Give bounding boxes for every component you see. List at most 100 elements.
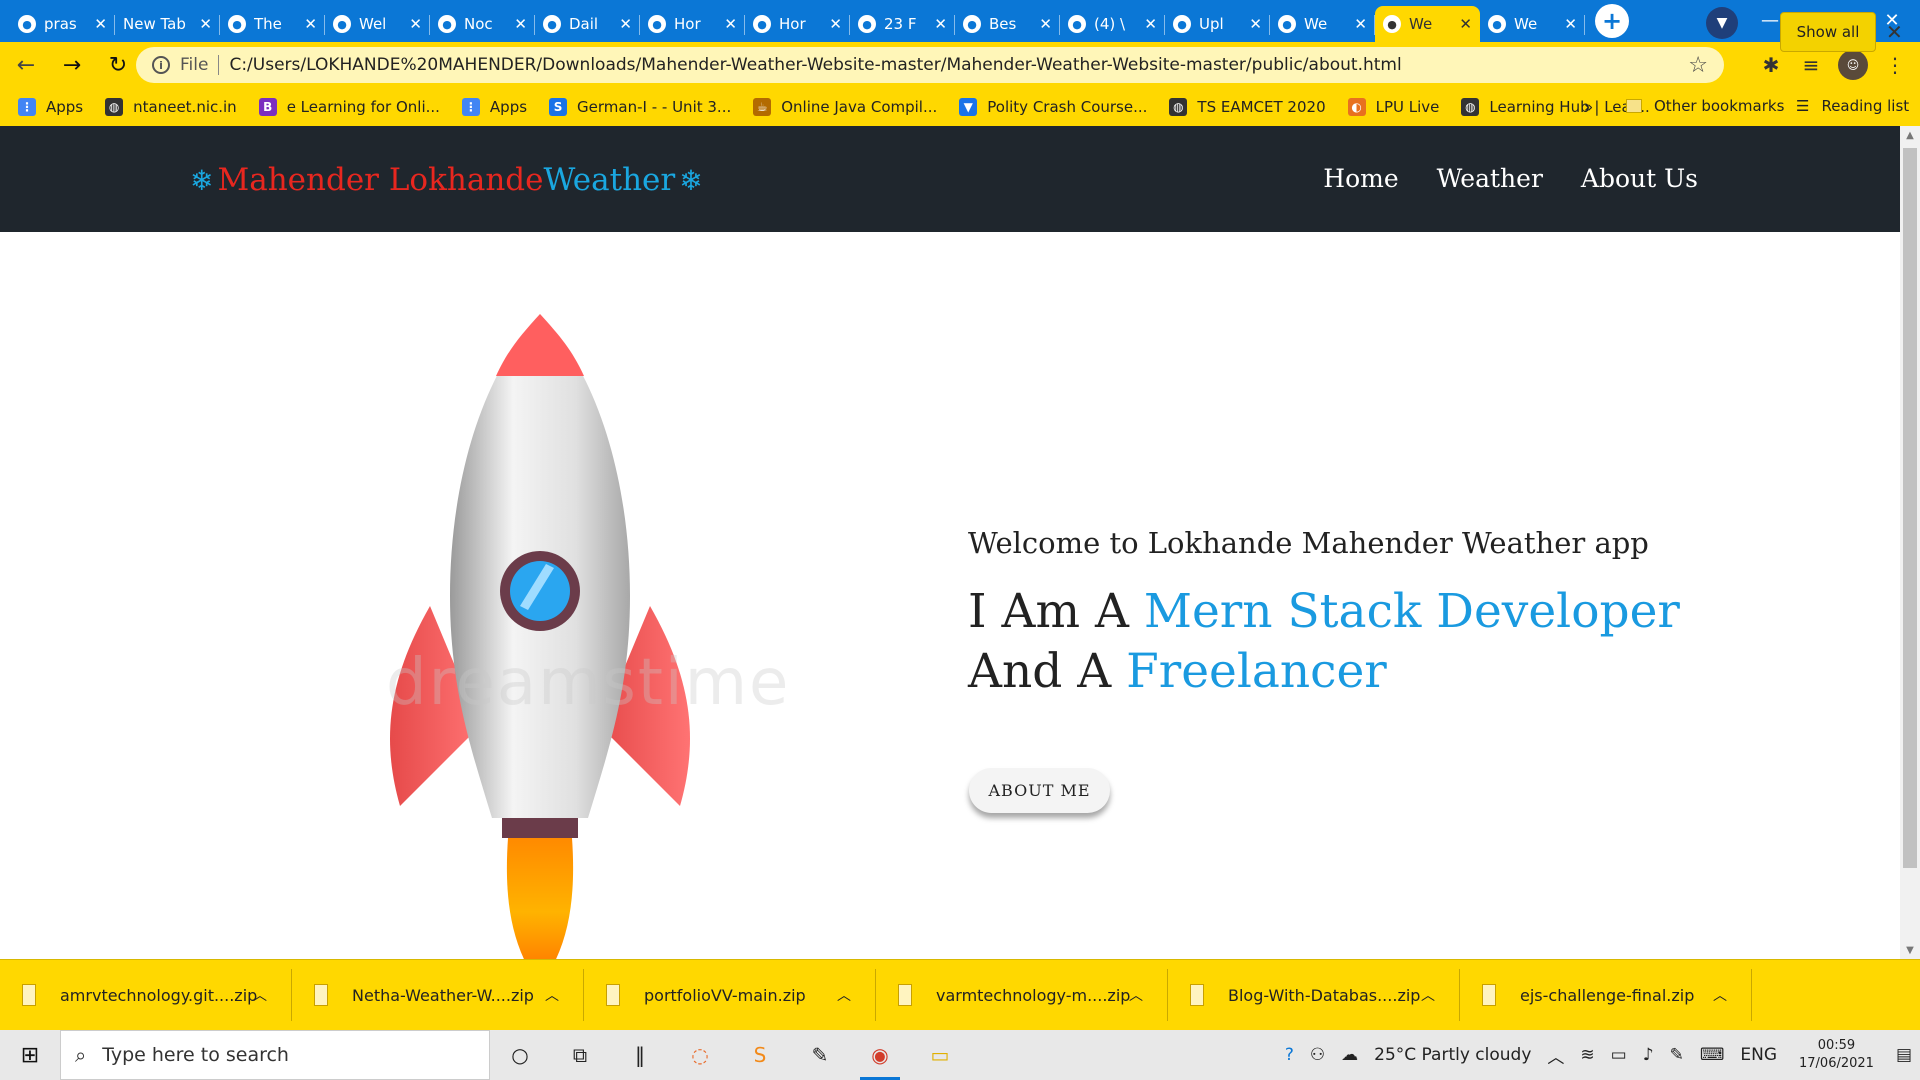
close-tab-icon[interactable]: ✕ (1144, 15, 1157, 33)
browser-tab[interactable]: ● Wel ✕ (325, 6, 430, 42)
about-me-button[interactable]: ABOUT ME (969, 768, 1110, 813)
close-tab-icon[interactable]: ✕ (514, 15, 527, 33)
chevron-up-icon[interactable]: ︿ (1421, 985, 1435, 1005)
bookmark-item[interactable]: ◍ TS EAMCET 2020 (1169, 98, 1326, 116)
weather-icon[interactable]: ☁ (1341, 1045, 1358, 1065)
reading-list[interactable]: ☰ Reading list (1796, 97, 1909, 115)
scroll-thumb[interactable] (1903, 148, 1917, 868)
browser-tab[interactable]: ● Hor ✕ (640, 6, 745, 42)
close-tab-icon[interactable]: ✕ (94, 15, 107, 33)
profile-avatar[interactable]: ☺ (1838, 50, 1868, 80)
keyboard-icon[interactable]: ⌨ (1700, 1045, 1725, 1065)
bookmark-item[interactable]: ◐ LPU Live (1347, 98, 1439, 116)
browser-tab[interactable]: ● pras ✕ (10, 6, 115, 42)
browser-tab[interactable]: ● Hor ✕ (745, 6, 850, 42)
download-item[interactable]: amrvtechnology.git....zip ︿ (0, 969, 292, 1021)
chevron-up-icon[interactable]: ︿ (1547, 1043, 1564, 1068)
download-item[interactable]: varmtechnology-m....zip ︿ (876, 969, 1168, 1021)
bookmark-item[interactable]: ☕ Online Java Compil... (753, 98, 937, 116)
bookmark-star-icon[interactable]: ☆ (1688, 53, 1708, 78)
bookmark-item[interactable]: S German-I - - Unit 3... (549, 98, 731, 116)
close-tab-icon[interactable]: ✕ (829, 15, 842, 33)
close-tab-icon[interactable]: ✕ (1564, 15, 1577, 33)
browser-tab[interactable]: ● Noc ✕ (430, 6, 535, 42)
close-tab-icon[interactable]: ✕ (1249, 15, 1262, 33)
browser-tab[interactable]: ● Bes ✕ (955, 6, 1060, 42)
close-tab-icon[interactable]: ✕ (1459, 15, 1472, 33)
taskbar-search[interactable]: ⌕ Type here to search (60, 1030, 490, 1080)
taskbar-app-icon[interactable]: ‖ (610, 1030, 670, 1080)
volume-icon[interactable]: ♪ (1643, 1045, 1654, 1065)
media-control-icon[interactable]: ≡ (1796, 50, 1826, 80)
address-url[interactable]: C:/Users/LOKHANDE%20MAHENDER/Downloads/M… (229, 55, 1401, 75)
close-tab-icon[interactable]: ✕ (724, 15, 737, 33)
download-item[interactable]: Netha-Weather-W....zip ︿ (292, 969, 584, 1021)
bookmark-item[interactable]: ⋮ Apps (461, 98, 527, 116)
bookmark-item[interactable]: ▼ Polity Crash Course... (959, 98, 1147, 116)
chevron-up-icon[interactable]: ︿ (837, 985, 851, 1005)
address-bar[interactable]: i File C:/Users/LOKHANDE%20MAHENDER/Down… (136, 47, 1724, 83)
download-item[interactable]: ejs-challenge-final.zip ︿ (1460, 969, 1752, 1021)
chevron-up-icon[interactable]: ︿ (545, 985, 559, 1005)
people-icon[interactable]: ⚇ (1310, 1045, 1325, 1065)
browser-tab[interactable]: ● We ✕ (1375, 6, 1480, 42)
help-icon[interactable]: ? (1285, 1045, 1294, 1065)
page-scrollbar[interactable]: ▲ ▼ (1900, 126, 1920, 959)
notifications-icon[interactable]: ▤ (1896, 1045, 1912, 1065)
taskbar-app-icon[interactable]: ✎ (790, 1030, 850, 1080)
download-item[interactable]: portfolioVV-main.zip ︿ (584, 969, 876, 1021)
pen-icon[interactable]: ✎ (1670, 1045, 1684, 1065)
chevron-up-icon[interactable]: ︿ (253, 985, 267, 1005)
battery-icon[interactable]: ▭ (1611, 1045, 1627, 1065)
chevron-up-icon[interactable]: ︿ (1713, 985, 1727, 1005)
info-icon[interactable]: i (152, 56, 170, 74)
browser-tab[interactable]: ● We ✕ (1480, 6, 1585, 42)
bookmark-item[interactable]: ⋮ Apps (18, 98, 83, 116)
bookmark-item[interactable]: ◍ Learning Hub | Lear... (1461, 98, 1650, 116)
menu-icon[interactable]: ⋮ (1880, 50, 1910, 80)
bookmarks-overflow[interactable]: » (1584, 98, 1593, 116)
network-icon[interactable]: ≋ (1580, 1045, 1594, 1065)
close-tab-icon[interactable]: ✕ (199, 15, 212, 33)
back-icon[interactable]: ← (6, 45, 46, 85)
download-item[interactable]: Blog-With-Databas....zip ︿ (1168, 969, 1460, 1021)
close-tab-icon[interactable]: ✕ (1039, 15, 1052, 33)
taskbar-app-icon[interactable]: ◌ (670, 1030, 730, 1080)
clock[interactable]: 00:59 17/06/2021 (1799, 1037, 1874, 1073)
weather-text[interactable]: 25°C Partly cloudy (1374, 1045, 1531, 1065)
extensions-icon[interactable]: ✱ (1756, 50, 1786, 80)
browser-tab[interactable]: ● Dail ✕ (535, 6, 640, 42)
close-tab-icon[interactable]: ✕ (304, 15, 317, 33)
browser-tab[interactable]: New Tab ✕ (115, 6, 220, 42)
sublime-text-icon[interactable]: S (730, 1030, 790, 1080)
site-brand[interactable]: ❄ Mahender Lokhande Weather ❄ (190, 162, 703, 198)
tab-search-button[interactable]: ▼ (1706, 7, 1738, 39)
nav-weather[interactable]: Weather (1437, 164, 1543, 193)
close-tab-icon[interactable]: ✕ (934, 15, 947, 33)
browser-tab[interactable]: ● Upl ✕ (1165, 6, 1270, 42)
nav-home[interactable]: Home (1323, 164, 1398, 193)
browser-tab[interactable]: ● 23 F ✕ (850, 6, 955, 42)
file-explorer-icon[interactable]: ▭ (910, 1030, 970, 1080)
browser-tab[interactable]: ● We ✕ (1270, 6, 1375, 42)
close-tab-icon[interactable]: ✕ (409, 15, 422, 33)
close-downloads-icon[interactable]: ✕ (1886, 20, 1903, 44)
language-indicator[interactable]: ENG (1740, 1045, 1777, 1065)
forward-icon[interactable]: → (52, 45, 92, 85)
close-tab-icon[interactable]: ✕ (619, 15, 632, 33)
chrome-icon[interactable]: ◉ (850, 1030, 910, 1080)
browser-tab[interactable]: ● (4) \ ✕ (1060, 6, 1165, 42)
reload-icon[interactable]: ↻ (98, 45, 138, 85)
scroll-up-icon[interactable]: ▲ (1900, 126, 1920, 144)
chevron-up-icon[interactable]: ︿ (1129, 985, 1143, 1005)
scroll-down-icon[interactable]: ▼ (1900, 941, 1920, 959)
other-bookmarks[interactable]: Other bookmarks (1626, 97, 1784, 115)
cortana-icon[interactable]: ○ (490, 1030, 550, 1080)
bookmark-item[interactable]: Be Learning for Onli... (258, 98, 440, 116)
windows-start-icon[interactable]: ⊞ (0, 1030, 60, 1080)
nav-about-us[interactable]: About Us (1581, 164, 1698, 193)
task-view-icon[interactable]: ⧉ (550, 1030, 610, 1080)
new-tab-button[interactable]: + (1595, 4, 1629, 38)
close-tab-icon[interactable]: ✕ (1354, 15, 1367, 33)
show-all-downloads-button[interactable]: Show all (1780, 12, 1876, 52)
